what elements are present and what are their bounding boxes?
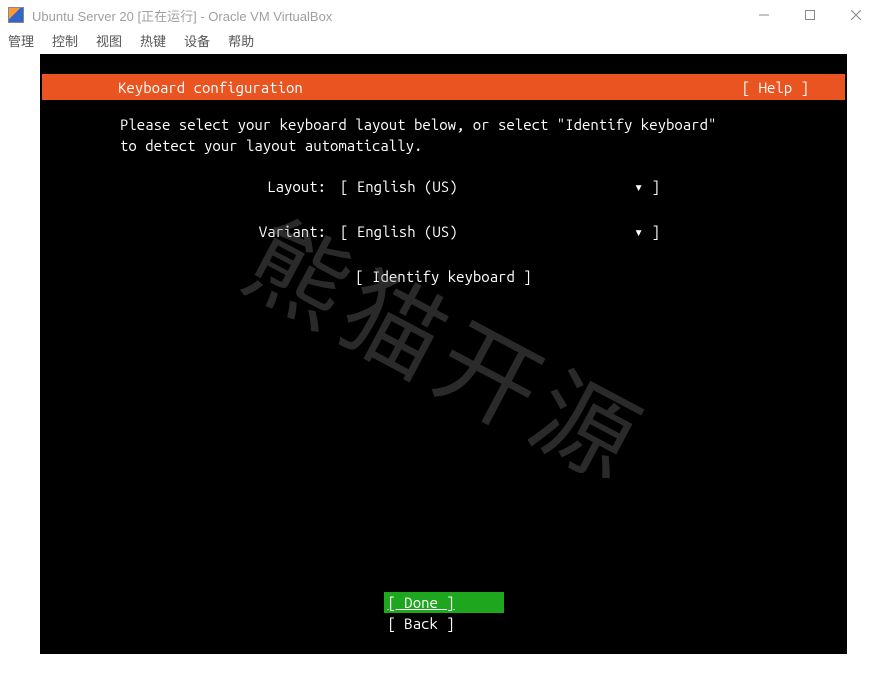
menu-view[interactable]: 视图 bbox=[96, 31, 122, 50]
variant-value: [ English (US) bbox=[340, 221, 458, 242]
menu-devices[interactable]: 设备 bbox=[184, 31, 210, 50]
menu-bar: 管理 控制 视图 热键 设备 帮助 bbox=[0, 30, 887, 54]
installer-header: Keyboard configuration [ Help ] bbox=[42, 74, 845, 100]
vm-display: Keyboard configuration [ Help ] Please s… bbox=[40, 54, 847, 654]
menu-hotkeys[interactable]: 热键 bbox=[140, 31, 166, 50]
installer-title: Keyboard configuration bbox=[118, 77, 303, 98]
done-button[interactable]: [ Done ] bbox=[384, 592, 504, 613]
variant-label: Variant: bbox=[40, 221, 340, 242]
virtualbox-icon bbox=[8, 7, 24, 23]
layout-value: [ English (US) bbox=[340, 176, 458, 197]
identify-keyboard-button[interactable]: [ Identify keyboard ] bbox=[355, 268, 531, 285]
menu-help[interactable]: 帮助 bbox=[228, 31, 254, 50]
layout-label: Layout: bbox=[40, 176, 340, 197]
back-button[interactable]: [ Back ] bbox=[384, 613, 504, 634]
layout-row: Layout: [ English (US) ▾ ] bbox=[40, 176, 847, 197]
variant-dropdown[interactable]: [ English (US) ▾ ] bbox=[340, 221, 660, 242]
chevron-down-icon: ▾ ] bbox=[634, 221, 660, 242]
close-button[interactable] bbox=[833, 0, 879, 30]
window-title: Ubuntu Server 20 [正在运行] - Oracle VM Virt… bbox=[32, 6, 332, 25]
layout-dropdown[interactable]: [ English (US) ▾ ] bbox=[340, 176, 660, 197]
instructions-text: Please select your keyboard layout below… bbox=[40, 100, 720, 156]
footer-buttons: [ Done ] [ Back ] bbox=[384, 592, 504, 634]
help-button[interactable]: [ Help ] bbox=[742, 77, 809, 98]
maximize-button[interactable] bbox=[787, 0, 833, 30]
variant-row: Variant: [ English (US) ▾ ] bbox=[40, 221, 847, 242]
chevron-down-icon: ▾ ] bbox=[634, 176, 660, 197]
window-titlebar: Ubuntu Server 20 [正在运行] - Oracle VM Virt… bbox=[0, 0, 887, 30]
menu-manage[interactable]: 管理 bbox=[8, 31, 34, 50]
menu-control[interactable]: 控制 bbox=[52, 31, 78, 50]
minimize-button[interactable] bbox=[741, 0, 787, 30]
